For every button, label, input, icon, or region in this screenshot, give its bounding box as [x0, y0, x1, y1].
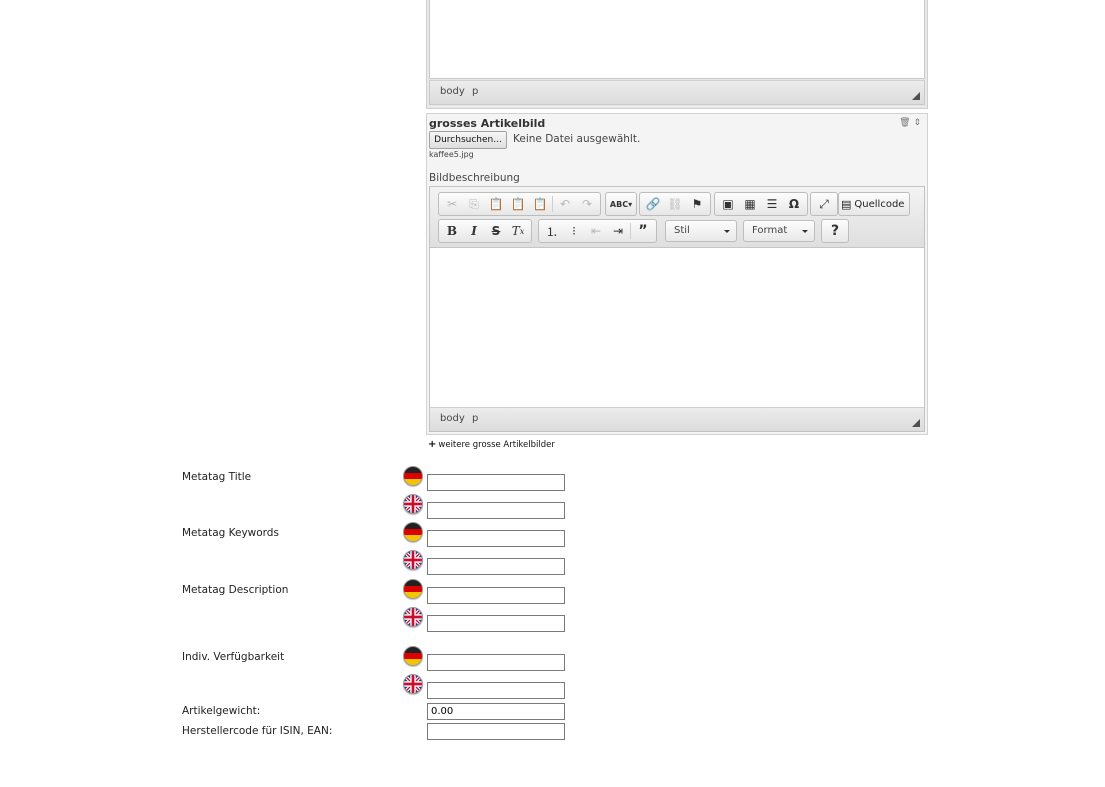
copy-icon[interactable]: ⎘ — [463, 194, 485, 214]
uk-flag-icon — [403, 607, 423, 627]
undo-icon[interactable]: ↶ — [554, 194, 576, 214]
meta-title-en-input[interactable] — [427, 502, 565, 519]
current-file-name: kaffee5.jpg — [429, 150, 474, 159]
format-combo[interactable]: Format — [743, 220, 815, 242]
german-flag-icon — [403, 466, 423, 486]
source-button[interactable]: ▤ Quellcode — [838, 192, 911, 216]
image-icon[interactable]: ▣ — [717, 194, 739, 214]
path-item-p[interactable]: p — [472, 86, 478, 97]
german-flag-icon — [403, 646, 423, 666]
availability-label: Indiv. Verfügbarkeit — [182, 651, 285, 663]
cut-icon[interactable]: ✂ — [441, 194, 463, 214]
unlink-icon[interactable]: ⛓ — [664, 194, 686, 214]
italic-icon[interactable]: I — [463, 221, 485, 241]
paste-word-icon[interactable]: 📋 — [529, 194, 551, 214]
basic-styles-group: B I S Tx — [438, 219, 532, 243]
meta-title-de-input[interactable] — [427, 474, 565, 491]
insert-group: ▣ ▦ ☰ Ω — [714, 192, 808, 216]
link-icon[interactable]: 🔗 — [642, 194, 664, 214]
isin-label: Herstellercode für ISIN, EAN: — [182, 725, 333, 737]
spellcheck-group: ABC▾ — [605, 192, 637, 216]
uk-flag-icon — [403, 550, 423, 570]
no-file-text: Keine Datei ausgewählt. — [513, 133, 641, 145]
source-icon: ▤ — [841, 197, 852, 211]
bold-icon[interactable]: B — [441, 221, 463, 241]
meta-title-label: Metatag Title — [182, 471, 252, 483]
links-group: 🔗 ⛓ ⚑ — [639, 192, 711, 216]
table-icon[interactable]: ▦ — [739, 194, 761, 214]
resize-grip-icon[interactable] — [912, 419, 920, 427]
toolbar-separator — [552, 196, 553, 212]
style-combo-label: Stil — [674, 225, 690, 236]
editor-content-area[interactable] — [430, 248, 924, 408]
blockquote-icon[interactable]: ” — [632, 221, 654, 241]
chevron-down-icon — [802, 230, 808, 233]
remove-format-icon[interactable]: Tx — [507, 221, 529, 241]
path-item-p[interactable]: p — [472, 413, 478, 424]
image-description-editor: ✂ ⎘ 📋 📋 📋 ↶ ↷ ABC▾ 🔗 ⛓ ⚑ ▣ ▦ ☰ Ω ⤢ ▤ Que… — [429, 186, 925, 432]
format-combo-label: Format — [752, 225, 788, 236]
meta-keywords-en-input[interactable] — [427, 558, 565, 575]
numbered-list-icon[interactable]: ⒈ — [541, 221, 563, 241]
browse-file-button[interactable]: Durchsuchen... — [429, 131, 507, 149]
meta-keywords-de-input[interactable] — [427, 530, 565, 547]
more-images-link[interactable]: + weitere grosse Artikelbilder — [428, 439, 555, 450]
source-label: Quellcode — [854, 198, 905, 210]
toolbar-separator — [630, 223, 631, 239]
editor-path-bar: body p — [430, 408, 924, 431]
indent-icon[interactable]: ⇥ — [607, 221, 629, 241]
move-icon[interactable]: ⇕ — [913, 118, 921, 128]
path-item-body[interactable]: body — [440, 86, 465, 97]
resize-grip-icon[interactable] — [912, 92, 920, 100]
chevron-down-icon — [724, 230, 730, 233]
help-icon[interactable]: ? — [824, 221, 846, 241]
image-description-label: Bildbeschreibung — [429, 172, 520, 184]
paste-text-icon[interactable]: 📋 — [507, 194, 529, 214]
weight-input[interactable] — [427, 703, 565, 720]
german-flag-icon — [403, 579, 423, 599]
paste-icon[interactable]: 📋 — [485, 194, 507, 214]
meta-description-en-input[interactable] — [427, 615, 565, 632]
paragraph-group: ⒈ ⁝ ⇤ ⇥ ” — [538, 219, 657, 243]
spellcheck-icon[interactable]: ABC▾ — [608, 194, 634, 214]
more-images-link-label: weitere grosse Artikelbilder — [438, 440, 555, 450]
meta-description-de-input[interactable] — [427, 587, 565, 604]
meta-description-label: Metatag Description — [182, 584, 289, 596]
editor-toolbar: ✂ ⎘ 📋 📋 📋 ↶ ↷ ABC▾ 🔗 ⛓ ⚑ ▣ ▦ ☰ Ω ⤢ ▤ Que… — [430, 187, 924, 248]
uk-flag-icon — [403, 494, 423, 514]
isin-input[interactable] — [427, 723, 565, 740]
weight-label: Artikelgewicht: — [182, 705, 261, 717]
clipboard-group: ✂ ⎘ 📋 📋 📋 ↶ ↷ — [438, 192, 601, 216]
editor-path-bar: body p — [429, 80, 925, 105]
block-tools: 🗑 ⇕ — [899, 118, 921, 128]
plus-icon: + — [428, 439, 437, 450]
bulleted-list-icon[interactable]: ⁝ — [563, 221, 585, 241]
large-image-title: grosses Artikelbild — [429, 117, 546, 130]
anchor-icon[interactable]: ⚑ — [686, 194, 708, 214]
german-flag-icon — [403, 522, 423, 542]
help-group: ? — [821, 219, 849, 243]
uk-flag-icon — [403, 674, 423, 694]
maximize-icon[interactable]: ⤢ — [813, 194, 835, 214]
redo-icon[interactable]: ↷ — [576, 194, 598, 214]
maximize-group: ⤢ — [810, 192, 838, 216]
trash-icon[interactable]: 🗑 — [899, 118, 910, 128]
meta-keywords-label: Metatag Keywords — [182, 527, 279, 539]
large-image-block: grosses Artikelbild 🗑 ⇕ Durchsuchen... K… — [426, 113, 928, 435]
availability-de-input[interactable] — [427, 654, 565, 671]
availability-en-input[interactable] — [427, 682, 565, 699]
editor-content-area[interactable] — [429, 0, 925, 79]
strike-icon[interactable]: S — [485, 221, 507, 241]
special-char-icon[interactable]: Ω — [783, 194, 805, 214]
style-combo[interactable]: Stil — [665, 220, 737, 242]
horizontal-line-icon[interactable]: ☰ — [761, 194, 783, 214]
body-text-editor: body p — [426, 0, 928, 109]
path-item-body[interactable]: body — [440, 413, 465, 424]
outdent-icon[interactable]: ⇤ — [585, 221, 607, 241]
